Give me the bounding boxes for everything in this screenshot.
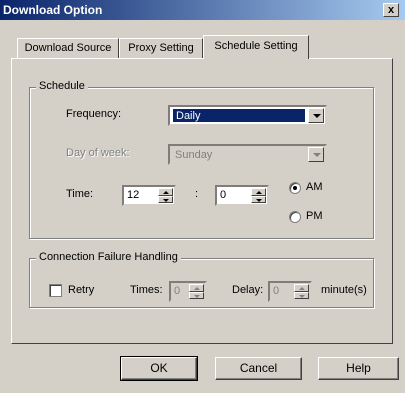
minute-stepper[interactable]: 0: [215, 185, 269, 206]
spin-up-icon[interactable]: [294, 284, 309, 292]
spin-down-icon[interactable]: [189, 291, 204, 299]
frequency-label: Frequency:: [66, 108, 122, 120]
hour-value: 12: [127, 189, 140, 201]
delay-stepper[interactable]: 0: [268, 281, 312, 302]
schedule-legend: Schedule: [36, 80, 88, 92]
retry-checkbox[interactable]: [49, 284, 62, 297]
day-of-week-dropdown[interactable]: Sunday: [168, 144, 327, 165]
connection-failure-legend: Connection Failure Handling: [36, 251, 181, 263]
pm-label: PM: [306, 210, 323, 222]
help-button[interactable]: Help: [318, 357, 399, 380]
close-button[interactable]: x: [383, 3, 399, 17]
delay-spin-buttons[interactable]: [294, 284, 309, 299]
retry-label: Retry: [68, 284, 95, 296]
spin-up-icon[interactable]: [158, 188, 173, 196]
minute-value: 0: [220, 189, 227, 201]
am-label: AM: [306, 181, 323, 193]
window-title: Download Option: [3, 3, 103, 17]
times-value: 0: [174, 285, 181, 297]
spin-up-icon[interactable]: [251, 188, 266, 196]
chevron-down-icon[interactable]: [308, 108, 324, 123]
tab-download-source[interactable]: Download Source: [17, 38, 119, 58]
time-colon: :: [195, 188, 199, 200]
frequency-selected-value: Daily: [173, 109, 305, 122]
am-radio[interactable]: [289, 182, 301, 194]
spin-down-icon[interactable]: [251, 195, 266, 203]
delay-unit-label: minute(s): [321, 284, 367, 296]
delay-value: 0: [273, 285, 280, 297]
frequency-dropdown[interactable]: Daily: [168, 105, 327, 126]
cancel-button[interactable]: Cancel: [215, 357, 302, 380]
hour-stepper[interactable]: 12: [122, 185, 176, 206]
time-label: Time:: [66, 188, 94, 200]
tab-schedule-setting[interactable]: Schedule Setting: [203, 35, 309, 59]
tab-proxy-setting[interactable]: Proxy Setting: [119, 38, 203, 58]
hour-spin-buttons[interactable]: [158, 188, 173, 203]
times-stepper[interactable]: 0: [169, 281, 207, 302]
times-label: Times:: [130, 284, 163, 296]
title-bar: Download Option x: [0, 0, 405, 20]
spin-up-icon[interactable]: [189, 284, 204, 292]
delay-label: Delay:: [232, 284, 264, 296]
spin-down-icon[interactable]: [158, 195, 173, 203]
ok-button[interactable]: OK: [120, 356, 198, 381]
schedule-settings-panel: Schedule Frequency: Daily Day of week: S…: [11, 58, 393, 344]
chevron-down-icon[interactable]: [308, 147, 324, 162]
minute-spin-buttons[interactable]: [251, 188, 266, 203]
day-of-week-label: Day of week:: [66, 147, 130, 159]
spin-down-icon[interactable]: [294, 291, 309, 299]
times-spin-buttons[interactable]: [189, 284, 204, 299]
day-of-week-value: Sunday: [175, 149, 213, 161]
pm-radio[interactable]: [289, 211, 301, 223]
